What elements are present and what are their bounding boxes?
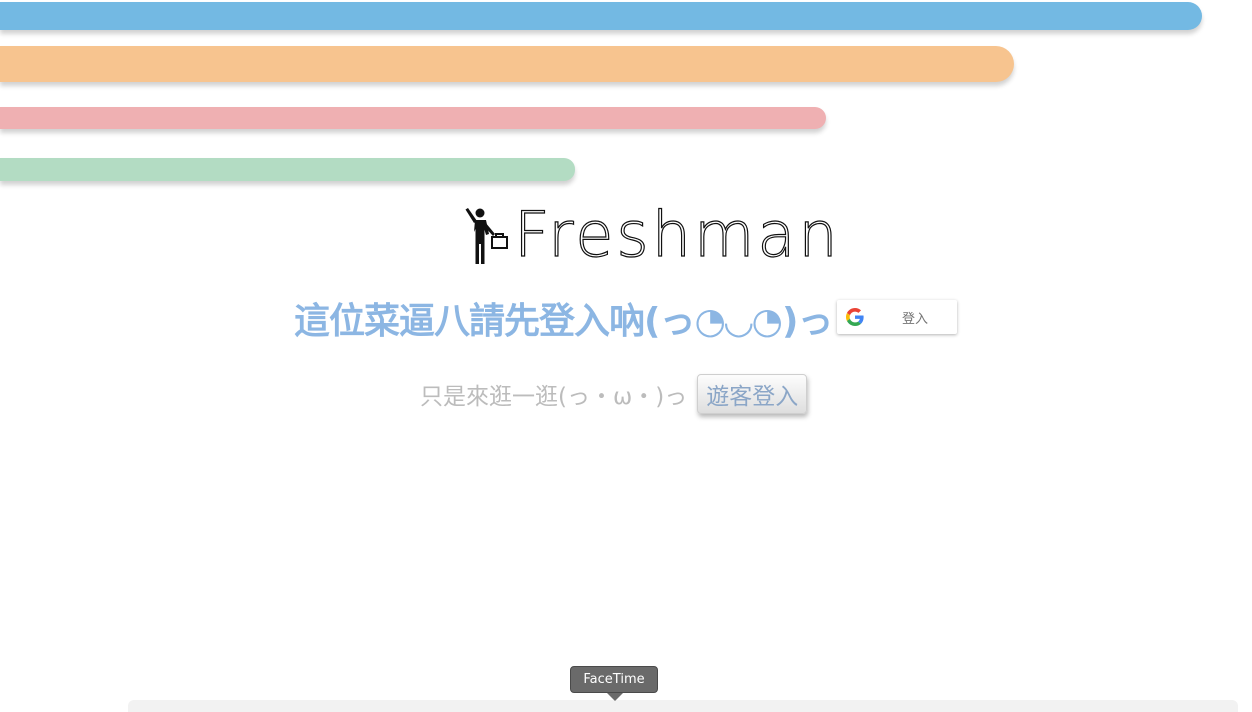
- tooltip-arrow: [607, 693, 623, 701]
- guest-row: 只是來逛一逛(っ・ω・)っ 遊客登入: [420, 374, 808, 414]
- decorative-bar-pink: [0, 107, 826, 129]
- logo-text: Freshman: [513, 198, 841, 271]
- person-with-briefcase-icon: [465, 208, 508, 264]
- dock: [128, 700, 1238, 712]
- google-sign-in-label: 登入: [902, 311, 929, 327]
- dock-tooltip: FaceTime: [570, 666, 658, 693]
- guest-prompt: 只是來逛一逛(っ・ω・)っ: [420, 384, 688, 410]
- login-row: 這位菜逼八請先登入吶(っ◔◡◔)っ 登入: [294, 296, 957, 342]
- decorative-bar-orange: [0, 46, 1014, 82]
- decorative-bar-green: [0, 158, 575, 181]
- login-prompt: 這位菜逼八請先登入吶(っ◔◡◔)っ: [294, 301, 833, 342]
- guest-login-button[interactable]: 遊客登入: [697, 374, 808, 414]
- google-sign-in-button[interactable]: 登入: [837, 300, 957, 334]
- app-logo: Freshman: [462, 198, 841, 271]
- google-g-icon: [846, 308, 864, 326]
- decorative-bar-blue: [0, 2, 1202, 30]
